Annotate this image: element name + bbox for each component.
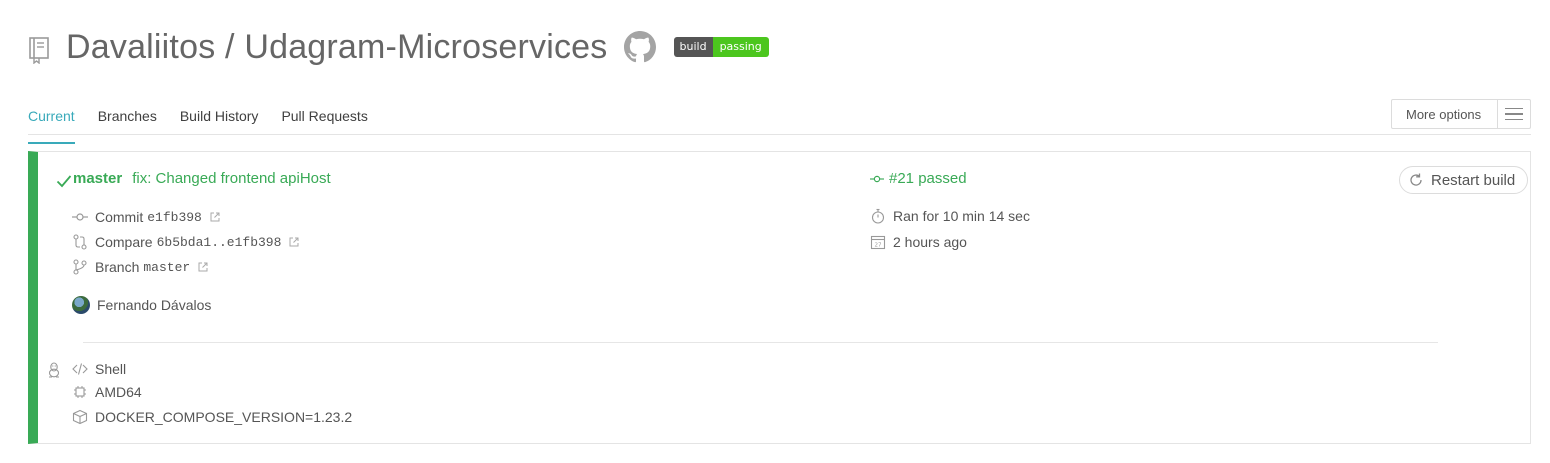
build-finished-time: 2 hours ago	[893, 234, 967, 250]
commit-message: fix: Changed frontend apiHost	[132, 170, 331, 187]
branch-label: Branch	[95, 259, 140, 275]
build-number-row: #21 passed	[870, 170, 967, 187]
env-row: DOCKER_COMPOSE_VERSION=1.23.2	[72, 409, 352, 425]
arch-row: AMD64	[72, 384, 142, 400]
commit-row: Commit e1fb398	[72, 209, 220, 225]
avatar	[72, 296, 90, 314]
external-link-icon[interactable]	[198, 262, 208, 272]
tab-current[interactable]: Current	[28, 100, 75, 144]
build-number-link[interactable]: #21 passed	[889, 170, 967, 187]
duration-row: Ran for 10 min 14 sec	[870, 208, 1030, 224]
repo-header: Davaliitos / Udagram-Microservices build…	[28, 24, 769, 70]
section-divider	[83, 342, 1438, 343]
branch-row: Branch master	[72, 259, 208, 275]
tab-branches[interactable]: Branches	[98, 100, 157, 144]
cpu-icon	[74, 386, 86, 398]
tab-pull-requests[interactable]: Pull Requests	[281, 100, 367, 144]
check-icon	[56, 175, 72, 188]
author-row: Fernando Dávalos	[72, 296, 211, 314]
package-icon	[72, 409, 88, 425]
restart-build-button[interactable]: Restart build	[1399, 166, 1528, 194]
badge-label: build	[673, 37, 713, 57]
external-link-icon[interactable]	[210, 212, 220, 222]
svg-text:27: 27	[875, 243, 882, 249]
code-icon	[72, 363, 88, 375]
hamburger-menu-icon[interactable]	[1496, 100, 1530, 128]
more-options-button[interactable]: More options	[1391, 99, 1531, 129]
stopwatch-icon	[871, 208, 885, 224]
repo-icon	[29, 37, 49, 64]
compare-icon	[73, 234, 87, 250]
restart-build-label: Restart build	[1431, 171, 1516, 189]
build-duration: Ran for 10 min 14 sec	[893, 208, 1030, 224]
external-link-icon[interactable]	[289, 237, 299, 247]
build-status-badge[interactable]: build passing	[673, 37, 769, 57]
job-env: DOCKER_COMPOSE_VERSION=1.23.2	[95, 409, 353, 425]
restart-icon	[1410, 173, 1422, 186]
tab-build-history[interactable]: Build History	[180, 100, 259, 144]
linux-icon	[48, 362, 60, 378]
compare-range-link[interactable]: 6b5bda1..e1fb398	[157, 235, 282, 250]
github-icon[interactable]	[623, 31, 656, 63]
build-card: master fix: Changed frontend apiHost Com…	[28, 151, 1531, 444]
branch-name-link[interactable]: master	[73, 170, 122, 187]
commit-icon	[870, 175, 884, 182]
tabs-divider	[28, 134, 1531, 135]
compare-label: Compare	[95, 234, 153, 250]
branch-value-link[interactable]: master	[143, 260, 190, 275]
repo-tabs: Current Branches Build History Pull Requ…	[28, 100, 391, 144]
commit-label: Commit	[95, 209, 144, 225]
commit-sha-link[interactable]: e1fb398	[147, 210, 202, 225]
branch-icon	[73, 259, 87, 275]
finished-row: 27 2 hours ago	[870, 234, 967, 250]
commit-icon	[72, 213, 88, 221]
build-summary: master fix: Changed frontend apiHost	[73, 170, 331, 187]
author-name: Fernando Dávalos	[97, 297, 212, 313]
badge-status: passing	[712, 37, 769, 57]
repo-title: Davaliitos / Udagram-Microservices	[66, 27, 608, 66]
more-options-label: More options	[1406, 106, 1482, 122]
compare-row: Compare 6b5bda1..e1fb398	[72, 234, 299, 250]
language-row: Shell	[72, 361, 126, 377]
job-arch: AMD64	[95, 384, 142, 400]
calendar-icon: 27	[870, 235, 886, 250]
job-language: Shell	[95, 361, 127, 377]
